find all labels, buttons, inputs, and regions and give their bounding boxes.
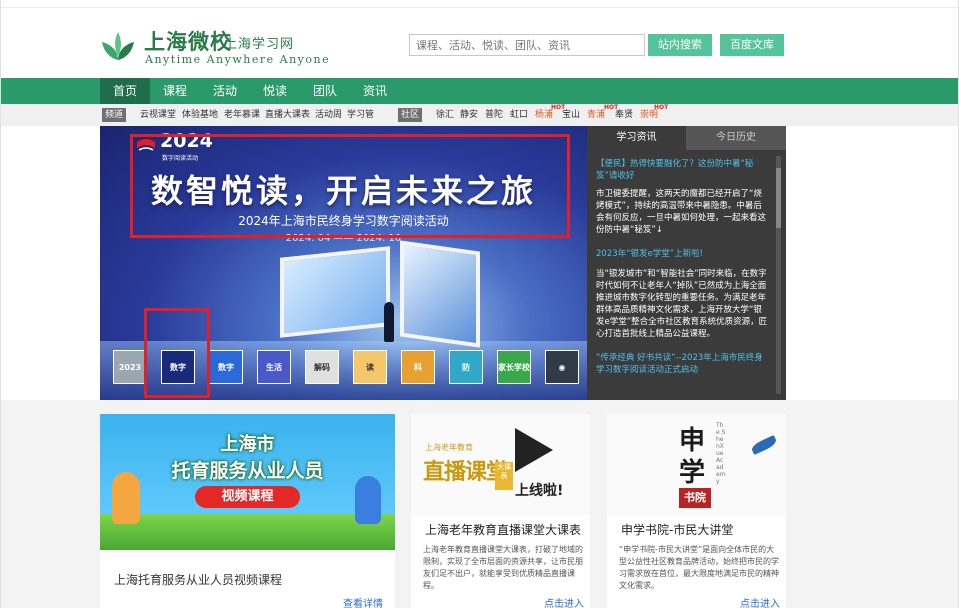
hero-banner[interactable]: 2024 数字阅读活动 数智悦读，开启未来之旅 2024年上海市民终身学习数字阅… (100, 126, 587, 400)
card-image-ground (100, 514, 395, 550)
brand-subname: 上海学习网 (224, 37, 295, 52)
news-link[interactable]: 【便民】热得快要融化了？这份防中暑“秘笈”请收好 (596, 158, 768, 182)
card-image[interactable]: 上海市 托育服务从业人员 视频课程 (100, 414, 395, 550)
banner-thumb[interactable]: 2023 (113, 350, 147, 384)
leaf-logo-icon[interactable] (100, 30, 136, 62)
banner-frame-right (400, 240, 480, 348)
banner-person-figure (384, 302, 394, 342)
enter-link[interactable]: 点击进入 (740, 595, 780, 608)
channel-link[interactable]: 老年慕课 (224, 108, 260, 122)
seal-stamp: 书院 (679, 488, 711, 508)
site-header: 上海微校 上海学习网 Anytime Anywhere Anyone 站内搜索 … (0, 8, 959, 78)
banner-thumb[interactable]: 读 (353, 350, 387, 384)
card-image-text: 上线啦! (515, 483, 564, 499)
search-input[interactable] (409, 34, 645, 56)
news-scrollbar-thumb[interactable] (776, 168, 781, 228)
channel-link[interactable]: 活动周 (315, 108, 342, 122)
banner-thumb[interactable]: 生活 (257, 350, 291, 384)
card-image-text: 学 (679, 458, 706, 488)
red-highlight-box-title (130, 134, 570, 238)
browser-top-strip (0, 0, 959, 8)
card-image-badge: 视频课程 (195, 486, 300, 508)
red-highlight-box-thumb (144, 308, 210, 398)
community-tag: 社区 (398, 108, 423, 122)
nav-item-activities[interactable]: 活动 (200, 78, 250, 104)
news-summary: 当“银发城市”和“智能社会”同时来临，在数字时代如何不让老年人“掉队”已然成为上… (596, 269, 768, 339)
card-image-text: 托育服务从业人员 (171, 460, 324, 482)
card-title[interactable]: 上海托育服务从业人员视频课程 (114, 571, 282, 588)
nav-item-home[interactable]: 首页 (100, 78, 150, 104)
hot-badge: HOT (654, 104, 669, 111)
nav-item-courses[interactable]: 课程 (150, 78, 200, 104)
view-details-link[interactable]: 查看详情 (343, 595, 383, 608)
course-card-childcare[interactable]: 上海市 托育服务从业人员 视频课程 上海托育服务从业人员视频课程 查看详情 (100, 414, 395, 608)
channel-tag: 频道 (102, 108, 127, 122)
banner-thumb[interactable]: ◉ (545, 350, 579, 384)
baidu-wenku-button[interactable]: 百度文库 (720, 34, 784, 56)
card-description: “申学书院-市民大讲堂”是面向全体市民的大型公益性社区教育品牌活动，始终把市民的… (619, 545, 779, 590)
district-link[interactable]: 普陀 (485, 108, 503, 122)
nav-item-reading[interactable]: 悦读 (250, 78, 300, 104)
banner-frame-left (280, 246, 390, 338)
news-link[interactable]: 2023年“银发e学堂”上新啦! (596, 248, 768, 260)
card-image-tag: 大课表 (495, 462, 513, 490)
card-title[interactable]: 申学书院-市民大讲堂 (621, 521, 733, 538)
nav-item-news[interactable]: 资讯 (350, 78, 400, 104)
brand-name[interactable]: 上海微校 (144, 26, 232, 56)
play-triangle-icon (515, 428, 553, 472)
news-link[interactable]: “传承经典 好书共读”--2023年上海市民终身学习数字阅读活动正式启动 (596, 352, 768, 376)
site-search-button[interactable]: 站内搜索 (648, 34, 712, 56)
card-image[interactable]: 上海老年教育 直播课堂 大课表 上线啦! (411, 414, 590, 515)
channel-link[interactable]: 云视课堂 (140, 108, 176, 122)
enter-link[interactable]: 点击进入 (544, 595, 584, 608)
card-image[interactable]: 申 学 书院 The ShenXue Academy (607, 414, 786, 515)
sub-nav: 频道 云视课堂 体验基地 老年慕课 直播大课表 活动周 学习管 社区 徐汇 静安… (0, 104, 959, 126)
nav-item-teams[interactable]: 团队 (300, 78, 350, 104)
course-card-live-class[interactable]: 上海老年教育 直播课堂 大课表 上线啦! 上海老年教育直播课堂大课表 上海老年教… (411, 414, 590, 608)
banner-thumb[interactable]: 家长学校 (497, 350, 531, 384)
main-nav: 首页 课程 活动 悦读 团队 资讯 (0, 78, 959, 104)
district-link[interactable]: 宝山 (562, 108, 580, 122)
bird-icon (750, 434, 778, 456)
card-description: 上海老年教育直播课堂大课表，打破了地域的限制，实现了全市层面的资源共享，让市民朋… (423, 545, 583, 590)
channel-link[interactable]: 学习管 (347, 108, 374, 122)
news-panel: 学习资讯 今日历史 【便民】热得快要融化了？这份防中暑“秘笈”请收好 市卫健委提… (587, 126, 786, 400)
district-link[interactable]: 徐汇 (436, 108, 454, 122)
district-link[interactable]: 奉贤 (615, 108, 633, 122)
card-image-text: 上海市 (220, 434, 275, 455)
banner-thumb[interactable]: 数字 (209, 350, 243, 384)
channel-link[interactable]: 直播大课表 (265, 108, 310, 122)
cartoon-kid-icon (355, 476, 381, 524)
brand-slogan: Anytime Anywhere Anyone (145, 53, 331, 66)
card-image-text: 上海老年教育 (425, 443, 473, 452)
tab-learning-news[interactable]: 学习资讯 (587, 126, 686, 150)
banner-thumb[interactable]: 科 (401, 350, 435, 384)
banner-thumb[interactable]: 解码 (305, 350, 339, 384)
news-summary: 市卫健委提醒，这两天的魔都已经开启了“烧烤模式”，持续的高温带来中暑隐患。中暑后… (596, 189, 767, 235)
district-link[interactable]: 静安 (460, 108, 478, 122)
district-link[interactable]: 虹口 (510, 108, 528, 122)
card-title[interactable]: 上海老年教育直播课堂大课表 (425, 521, 581, 538)
channel-link[interactable]: 体验基地 (182, 108, 218, 122)
course-card-shenxue[interactable]: 申 学 书院 The ShenXue Academy 申学书院-市民大讲堂 “申… (607, 414, 786, 608)
banner-thumb[interactable]: 防 (449, 350, 483, 384)
tab-today-history[interactable]: 今日历史 (686, 126, 786, 150)
card-image-vertical-text: The ShenXue Academy (716, 422, 726, 485)
district-link[interactable]: 青浦 (587, 108, 605, 122)
